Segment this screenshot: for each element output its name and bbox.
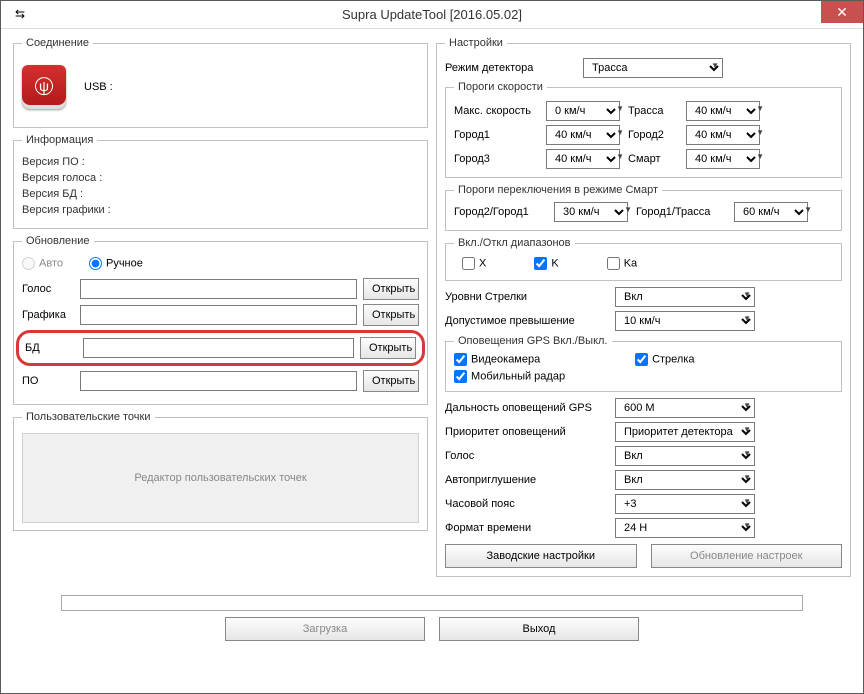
update-fw-label: ПО bbox=[22, 375, 74, 387]
gps-distance-select[interactable]: 600 M bbox=[615, 398, 755, 418]
info-gfx: Версия графики : bbox=[22, 204, 419, 216]
window-title: Supra UpdateTool [2016.05.02] bbox=[1, 7, 863, 22]
trassa-select[interactable]: 40 км/ч bbox=[686, 101, 760, 121]
bands-group: Вкл./Откл диапазонов X K Ka bbox=[445, 237, 842, 281]
gps-radar-checkbox[interactable]: Мобильный радар bbox=[454, 370, 565, 383]
update-gfx-label: Графика bbox=[22, 309, 74, 321]
g2g1-select[interactable]: 30 км/ч bbox=[554, 202, 628, 222]
userpoints-group: Пользовательские точки Редактор пользова… bbox=[13, 411, 428, 531]
priority-select[interactable]: Приоритет детектора bbox=[615, 422, 755, 442]
automute-select[interactable]: Вкл bbox=[615, 470, 755, 490]
usb-drive-icon bbox=[22, 65, 66, 109]
highlighted-db-row: БД Открыть bbox=[16, 330, 425, 366]
timeformat-select[interactable]: 24 H bbox=[615, 518, 755, 538]
open-fw-button[interactable]: Открыть bbox=[363, 370, 419, 392]
smart-thresholds-group: Пороги переключения в режиме Смарт Город… bbox=[445, 184, 842, 231]
update-gfx-input[interactable] bbox=[80, 305, 357, 325]
timezone-select[interactable]: +3 bbox=[615, 494, 755, 514]
allow-select[interactable]: 10 км/ч bbox=[615, 311, 755, 331]
update-voice-label: Голос bbox=[22, 283, 74, 295]
close-button[interactable]: ✕ bbox=[821, 1, 863, 23]
band-k-checkbox[interactable]: K bbox=[534, 257, 558, 270]
band-x-checkbox[interactable]: X bbox=[462, 257, 486, 270]
radio-manual[interactable]: Ручное bbox=[89, 257, 143, 270]
gps-camera-checkbox[interactable]: Видеокамера bbox=[454, 353, 565, 366]
detector-mode-select[interactable]: Трасса bbox=[583, 58, 723, 78]
titlebar: ⇆ Supra UpdateTool [2016.05.02] ✕ bbox=[1, 1, 863, 29]
gorod2-select[interactable]: 40 км/ч bbox=[686, 125, 760, 145]
speed-thresholds-group: Пороги скорости Макс. скорость 0 км/ч Тр… bbox=[445, 81, 842, 178]
open-db-button[interactable]: Открыть bbox=[360, 337, 416, 359]
close-icon: ✕ bbox=[836, 4, 848, 21]
update-db-input[interactable] bbox=[83, 338, 354, 358]
info-voice: Версия голоса : bbox=[22, 172, 419, 184]
detector-mode-label: Режим детектора bbox=[445, 62, 575, 74]
update-legend: Обновление bbox=[22, 235, 94, 247]
max-speed-select[interactable]: 0 км/ч bbox=[546, 101, 620, 121]
userpoints-editor-button[interactable]: Редактор пользовательских точек bbox=[22, 433, 419, 523]
usb-label: USB : bbox=[84, 81, 113, 93]
connection-group: Соединение USB : bbox=[13, 37, 428, 128]
usb-plug-icon: ⇆ bbox=[15, 7, 25, 21]
band-ka-checkbox[interactable]: Ka bbox=[607, 257, 637, 270]
gps-alerts-group: Оповещения GPS Вкл./Выкл. Видеокамера Мо… bbox=[445, 335, 842, 392]
voice-select[interactable]: Вкл bbox=[615, 446, 755, 466]
update-group: Обновление Авто Ручное Голос Открыть Гра… bbox=[13, 235, 428, 405]
load-button[interactable]: Загрузка bbox=[225, 617, 425, 641]
gorod1-select[interactable]: 40 км/ч bbox=[546, 125, 620, 145]
arrows-select[interactable]: Вкл bbox=[615, 287, 755, 307]
info-group: Информация Версия ПО : Версия голоса : В… bbox=[13, 134, 428, 229]
info-fw: Версия ПО : bbox=[22, 156, 419, 168]
userpoints-legend: Пользовательские точки bbox=[22, 411, 155, 423]
exit-button[interactable]: Выход bbox=[439, 617, 639, 641]
gps-strelka-checkbox[interactable]: Стрелка bbox=[635, 353, 694, 366]
g1t-select[interactable]: 60 км/ч bbox=[734, 202, 808, 222]
update-fw-input[interactable] bbox=[80, 371, 357, 391]
info-db: Версия БД : bbox=[22, 188, 419, 200]
settings-legend: Настройки bbox=[445, 37, 507, 49]
factory-settings-button[interactable]: Заводские настройки bbox=[445, 544, 637, 568]
radio-auto[interactable]: Авто bbox=[22, 257, 63, 270]
settings-group: Настройки Режим детектора Трасса Пороги … bbox=[436, 37, 851, 577]
gorod3-select[interactable]: 40 км/ч bbox=[546, 149, 620, 169]
open-voice-button[interactable]: Открыть bbox=[363, 278, 419, 300]
info-legend: Информация bbox=[22, 134, 97, 146]
smart-select[interactable]: 40 км/ч bbox=[686, 149, 760, 169]
update-settings-button[interactable]: Обновление настроек bbox=[651, 544, 843, 568]
open-gfx-button[interactable]: Открыть bbox=[363, 304, 419, 326]
update-db-label: БД bbox=[25, 342, 77, 354]
connection-legend: Соединение bbox=[22, 37, 93, 49]
progress-bar bbox=[61, 595, 803, 611]
update-voice-input[interactable] bbox=[80, 279, 357, 299]
